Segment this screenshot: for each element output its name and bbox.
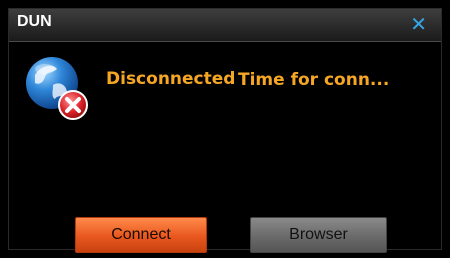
globe-disconnected-icon [26,57,88,120]
browser-button[interactable]: Browser [250,217,387,253]
close-icon[interactable]: ✕ [410,13,427,35]
title-bar: DUN ✕ [9,9,441,42]
dun-dialog: DUN ✕ Disconnected Time for conn... Conn… [8,8,442,253]
connection-status: Disconnected [106,69,236,89]
window-title: DUN [17,13,52,30]
status-message: Time for conn... [238,70,390,90]
connect-button[interactable]: Connect [75,217,207,253]
